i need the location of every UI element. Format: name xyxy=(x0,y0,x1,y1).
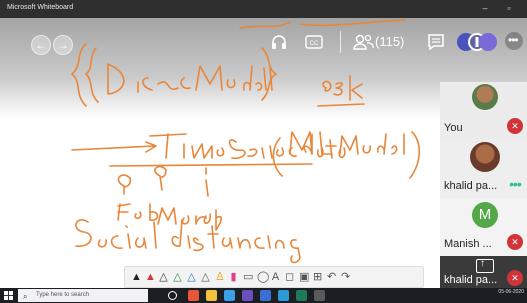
headphones-icon xyxy=(272,35,286,49)
edge-icon[interactable] xyxy=(224,290,235,301)
cortana-icon[interactable] xyxy=(168,291,177,300)
ink-word-social xyxy=(75,219,157,249)
arrow-left-icon: ← xyxy=(35,38,47,52)
redo-icon[interactable]: ↷ xyxy=(341,270,350,284)
ink-marker-feb xyxy=(117,174,132,195)
participant-tile[interactable]: khalid pa... ••• xyxy=(440,140,527,198)
window-title: Microsoft Whiteboard xyxy=(7,4,74,11)
avatar xyxy=(470,142,500,172)
pen-black-icon[interactable]: ▲ xyxy=(131,270,142,284)
captions-button[interactable]: CC xyxy=(305,34,323,50)
file-explorer-icon[interactable] xyxy=(206,290,217,301)
ink-word-distancing xyxy=(171,219,301,264)
ink-drawing xyxy=(71,19,421,264)
toolbar-divider xyxy=(340,31,341,53)
more-icon: ••• xyxy=(509,176,522,192)
back-button[interactable]: ← xyxy=(31,35,51,55)
arrow-right-icon: → xyxy=(57,38,69,52)
forward-button[interactable]: → xyxy=(53,35,73,55)
ink-left-brace xyxy=(85,47,99,103)
app-icon[interactable] xyxy=(314,290,325,301)
ink-arrow xyxy=(71,141,157,153)
windows-taskbar: ⌕ Type here to search 05-06-2020 xyxy=(0,288,527,303)
participant-name: You xyxy=(444,122,463,134)
teams-icon[interactable] xyxy=(242,290,253,301)
closed-captions-icon: CC xyxy=(305,35,323,49)
image-icon[interactable]: ▣ xyxy=(299,270,309,284)
maximize-button[interactable]: ▫ xyxy=(502,2,516,15)
whiteboard-canvas[interactable]: ← → CC (115) ••• You ✕ khalid pa... ••• … xyxy=(0,18,527,288)
pen-dark-icon[interactable]: △ xyxy=(159,270,168,284)
mic-muted-icon: ✕ xyxy=(507,234,523,250)
ink-word-series xyxy=(228,139,297,160)
whiteboard-icon[interactable] xyxy=(296,290,307,301)
ink-top-scribble xyxy=(239,21,291,29)
mic-muted-icon: ✕ xyxy=(507,118,523,134)
pen-red-icon[interactable]: ▲ xyxy=(145,270,156,284)
highlighter-icon[interactable]: ♙ xyxy=(215,270,225,284)
ink-83k-underline xyxy=(317,103,365,107)
share-screen-icon: ↑ xyxy=(476,258,494,273)
ink-marker-ap xyxy=(205,167,209,197)
taskbar-search-box[interactable]: ⌕ Type here to search xyxy=(18,289,148,302)
participant-name: khalid pa... xyxy=(444,180,498,192)
eraser-icon[interactable]: ▭ xyxy=(243,270,253,284)
participant-name: Manish ... xyxy=(444,238,492,250)
word-icon[interactable] xyxy=(260,290,271,301)
participant-panel: You ✕ khalid pa... ••• M Manish ... ✕ ↑ … xyxy=(440,18,527,288)
participant-tile[interactable]: You ✕ xyxy=(440,82,527,140)
svg-text:CC: CC xyxy=(310,41,319,47)
participant-tile[interactable]: ↑ khalid pa... ✕ xyxy=(440,256,527,288)
avatar xyxy=(472,84,498,110)
ink-toolbar: ▲ ▲ △ △ △ △ ♙ ▮ ▭ ◯ A ◻ ▣ ⊞ ↶ ↷ xyxy=(124,266,424,288)
search-placeholder: Type here to search xyxy=(36,292,90,298)
ink-word-time xyxy=(149,133,225,159)
pen-green-icon[interactable]: △ xyxy=(173,270,182,284)
windows-start-icon[interactable] xyxy=(4,291,13,300)
ink-time-underline xyxy=(109,163,313,167)
ink-top-scribble xyxy=(299,19,406,27)
participant-tile[interactable]: M Manish ... ✕ xyxy=(440,198,527,256)
insert-icon[interactable]: ⊞ xyxy=(313,270,322,284)
text-icon[interactable]: A xyxy=(271,270,280,284)
participant-count: (115) xyxy=(375,34,405,49)
clock-date: 05-06-2020 xyxy=(498,289,524,295)
ink-83k xyxy=(322,75,363,101)
avatar: M xyxy=(472,202,498,228)
pen-gray-icon[interactable]: △ xyxy=(201,270,210,284)
ink-word-modelling xyxy=(195,65,273,91)
pen-blue-icon[interactable]: △ xyxy=(187,270,196,284)
ink-word-disease xyxy=(107,63,191,95)
mail-icon[interactable] xyxy=(278,290,289,301)
taskbar-clock[interactable]: 05-06-2020 xyxy=(498,289,524,295)
lasso-icon[interactable]: ◯ xyxy=(257,270,269,284)
mic-muted-icon: ✕ xyxy=(507,270,523,286)
highlighter-pink-icon[interactable]: ▮ xyxy=(229,270,238,284)
minimize-button[interactable]: – xyxy=(478,2,492,15)
ink-word-feb xyxy=(117,203,159,221)
participant-name: khalid pa... xyxy=(444,274,498,286)
undo-icon[interactable]: ↶ xyxy=(327,270,336,284)
chrome-icon[interactable] xyxy=(188,290,199,301)
ink-marker-mar xyxy=(154,165,167,191)
ink-ml-model xyxy=(272,131,421,179)
note-icon[interactable]: ◻ xyxy=(285,270,294,284)
window-titlebar: Microsoft Whiteboard – ▫ xyxy=(0,0,527,18)
audio-button[interactable] xyxy=(270,33,288,51)
participants-button[interactable] xyxy=(352,33,374,51)
ink-left-brace xyxy=(71,43,87,107)
people-icon xyxy=(353,34,374,50)
search-icon: ⌕ xyxy=(23,292,28,301)
